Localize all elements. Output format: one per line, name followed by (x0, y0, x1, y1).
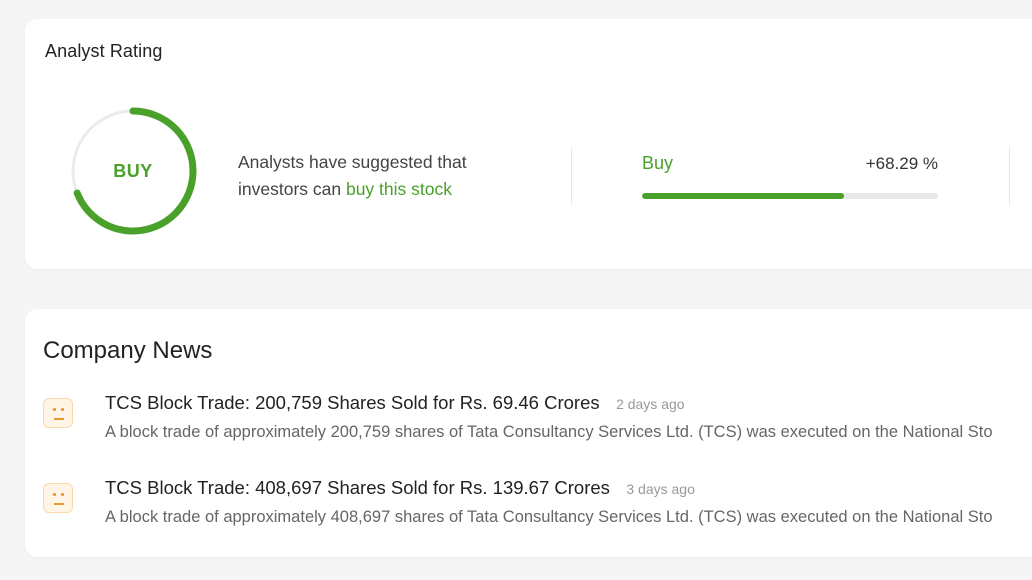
news-headline[interactable]: TCS Block Trade: 408,697 Shares Sold for… (105, 477, 610, 498)
news-time: 3 days ago (626, 481, 695, 497)
company-news-card: Company News TCS Block Trade: 200,759 Sh… (25, 309, 1032, 557)
neutral-face-icon (43, 483, 73, 513)
neutral-face-icon (43, 398, 73, 428)
buy-percent: +68.29 % (865, 154, 938, 173)
buy-breakdown: Buy +68.29 % (642, 153, 938, 199)
divider (571, 147, 572, 205)
news-headline[interactable]: TCS Block Trade: 200,759 Shares Sold for… (105, 392, 600, 413)
company-news-title: Company News (43, 337, 213, 364)
news-snippet: A block trade of approximately 200,759 s… (105, 423, 993, 441)
divider (1009, 147, 1010, 205)
rating-gauge: BUY (67, 105, 199, 237)
rating-description: Analysts have suggested that investors c… (238, 149, 538, 203)
news-snippet: A block trade of approximately 408,697 s… (105, 508, 993, 526)
analyst-rating-card: Analyst Rating BUY Analysts have suggest… (25, 19, 1032, 269)
news-time: 2 days ago (616, 396, 685, 412)
buy-label: Buy (642, 153, 674, 173)
buy-progress-fill (642, 193, 845, 199)
rating-gauge-label: BUY (113, 160, 153, 181)
buy-progress-track (642, 193, 938, 199)
rating-description-highlight: buy this stock (345, 179, 452, 199)
analyst-rating-title: Analyst Rating (45, 41, 163, 61)
